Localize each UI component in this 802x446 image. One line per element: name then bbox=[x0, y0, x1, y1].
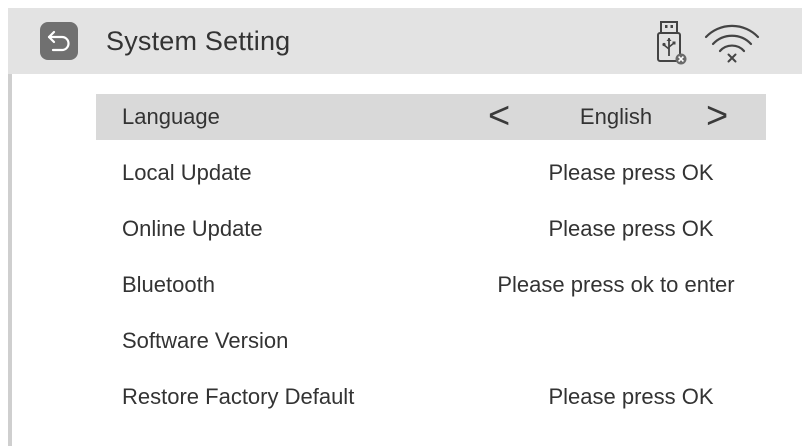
menu-item-restore-factory-default[interactable]: Restore Factory Default Please press OK bbox=[96, 374, 766, 420]
menu-item-language[interactable]: Language < English > bbox=[96, 94, 766, 140]
menu-item-label: Software Version bbox=[122, 328, 289, 353]
menu-item-label: Language bbox=[122, 104, 220, 129]
menu-item-software-version[interactable]: Software Version bbox=[96, 318, 766, 364]
menu-item-label: Online Update bbox=[122, 216, 263, 241]
menu-item-bluetooth[interactable]: Bluetooth Please press ok to enter bbox=[96, 262, 766, 308]
menu-item-value: Please press ok to enter bbox=[497, 272, 735, 297]
menu-item-label: Local Update bbox=[122, 160, 252, 185]
chevron-right-icon[interactable]: > bbox=[706, 94, 728, 140]
menu-item-value: Please press OK bbox=[548, 384, 714, 409]
chevron-left-icon[interactable]: < bbox=[488, 94, 510, 140]
menu-item-online-update[interactable]: Online Update Please press OK bbox=[96, 206, 766, 252]
menu-item-label: Bluetooth bbox=[122, 272, 215, 297]
usb-disconnected-icon bbox=[657, 21, 687, 65]
wifi-disconnected-icon bbox=[704, 24, 760, 63]
back-arrow-icon bbox=[47, 30, 70, 52]
menu-item-local-update[interactable]: Local Update Please press OK bbox=[96, 150, 766, 196]
header-bar: System Setting bbox=[8, 8, 802, 74]
settings-screen: System Setting Language < English > Loca… bbox=[8, 8, 802, 446]
menu-item-value: Please press OK bbox=[548, 160, 714, 185]
menu-item-value bbox=[516, 318, 746, 364]
menu-item-label: Restore Factory Default bbox=[122, 384, 355, 409]
page-title: System Setting bbox=[106, 26, 291, 56]
menu-item-value: Please press OK bbox=[548, 216, 714, 241]
back-button[interactable] bbox=[40, 22, 78, 60]
settings-menu: Language < English > Local Update Please… bbox=[96, 94, 766, 430]
language-value: English bbox=[579, 104, 653, 129]
left-border bbox=[8, 74, 12, 446]
